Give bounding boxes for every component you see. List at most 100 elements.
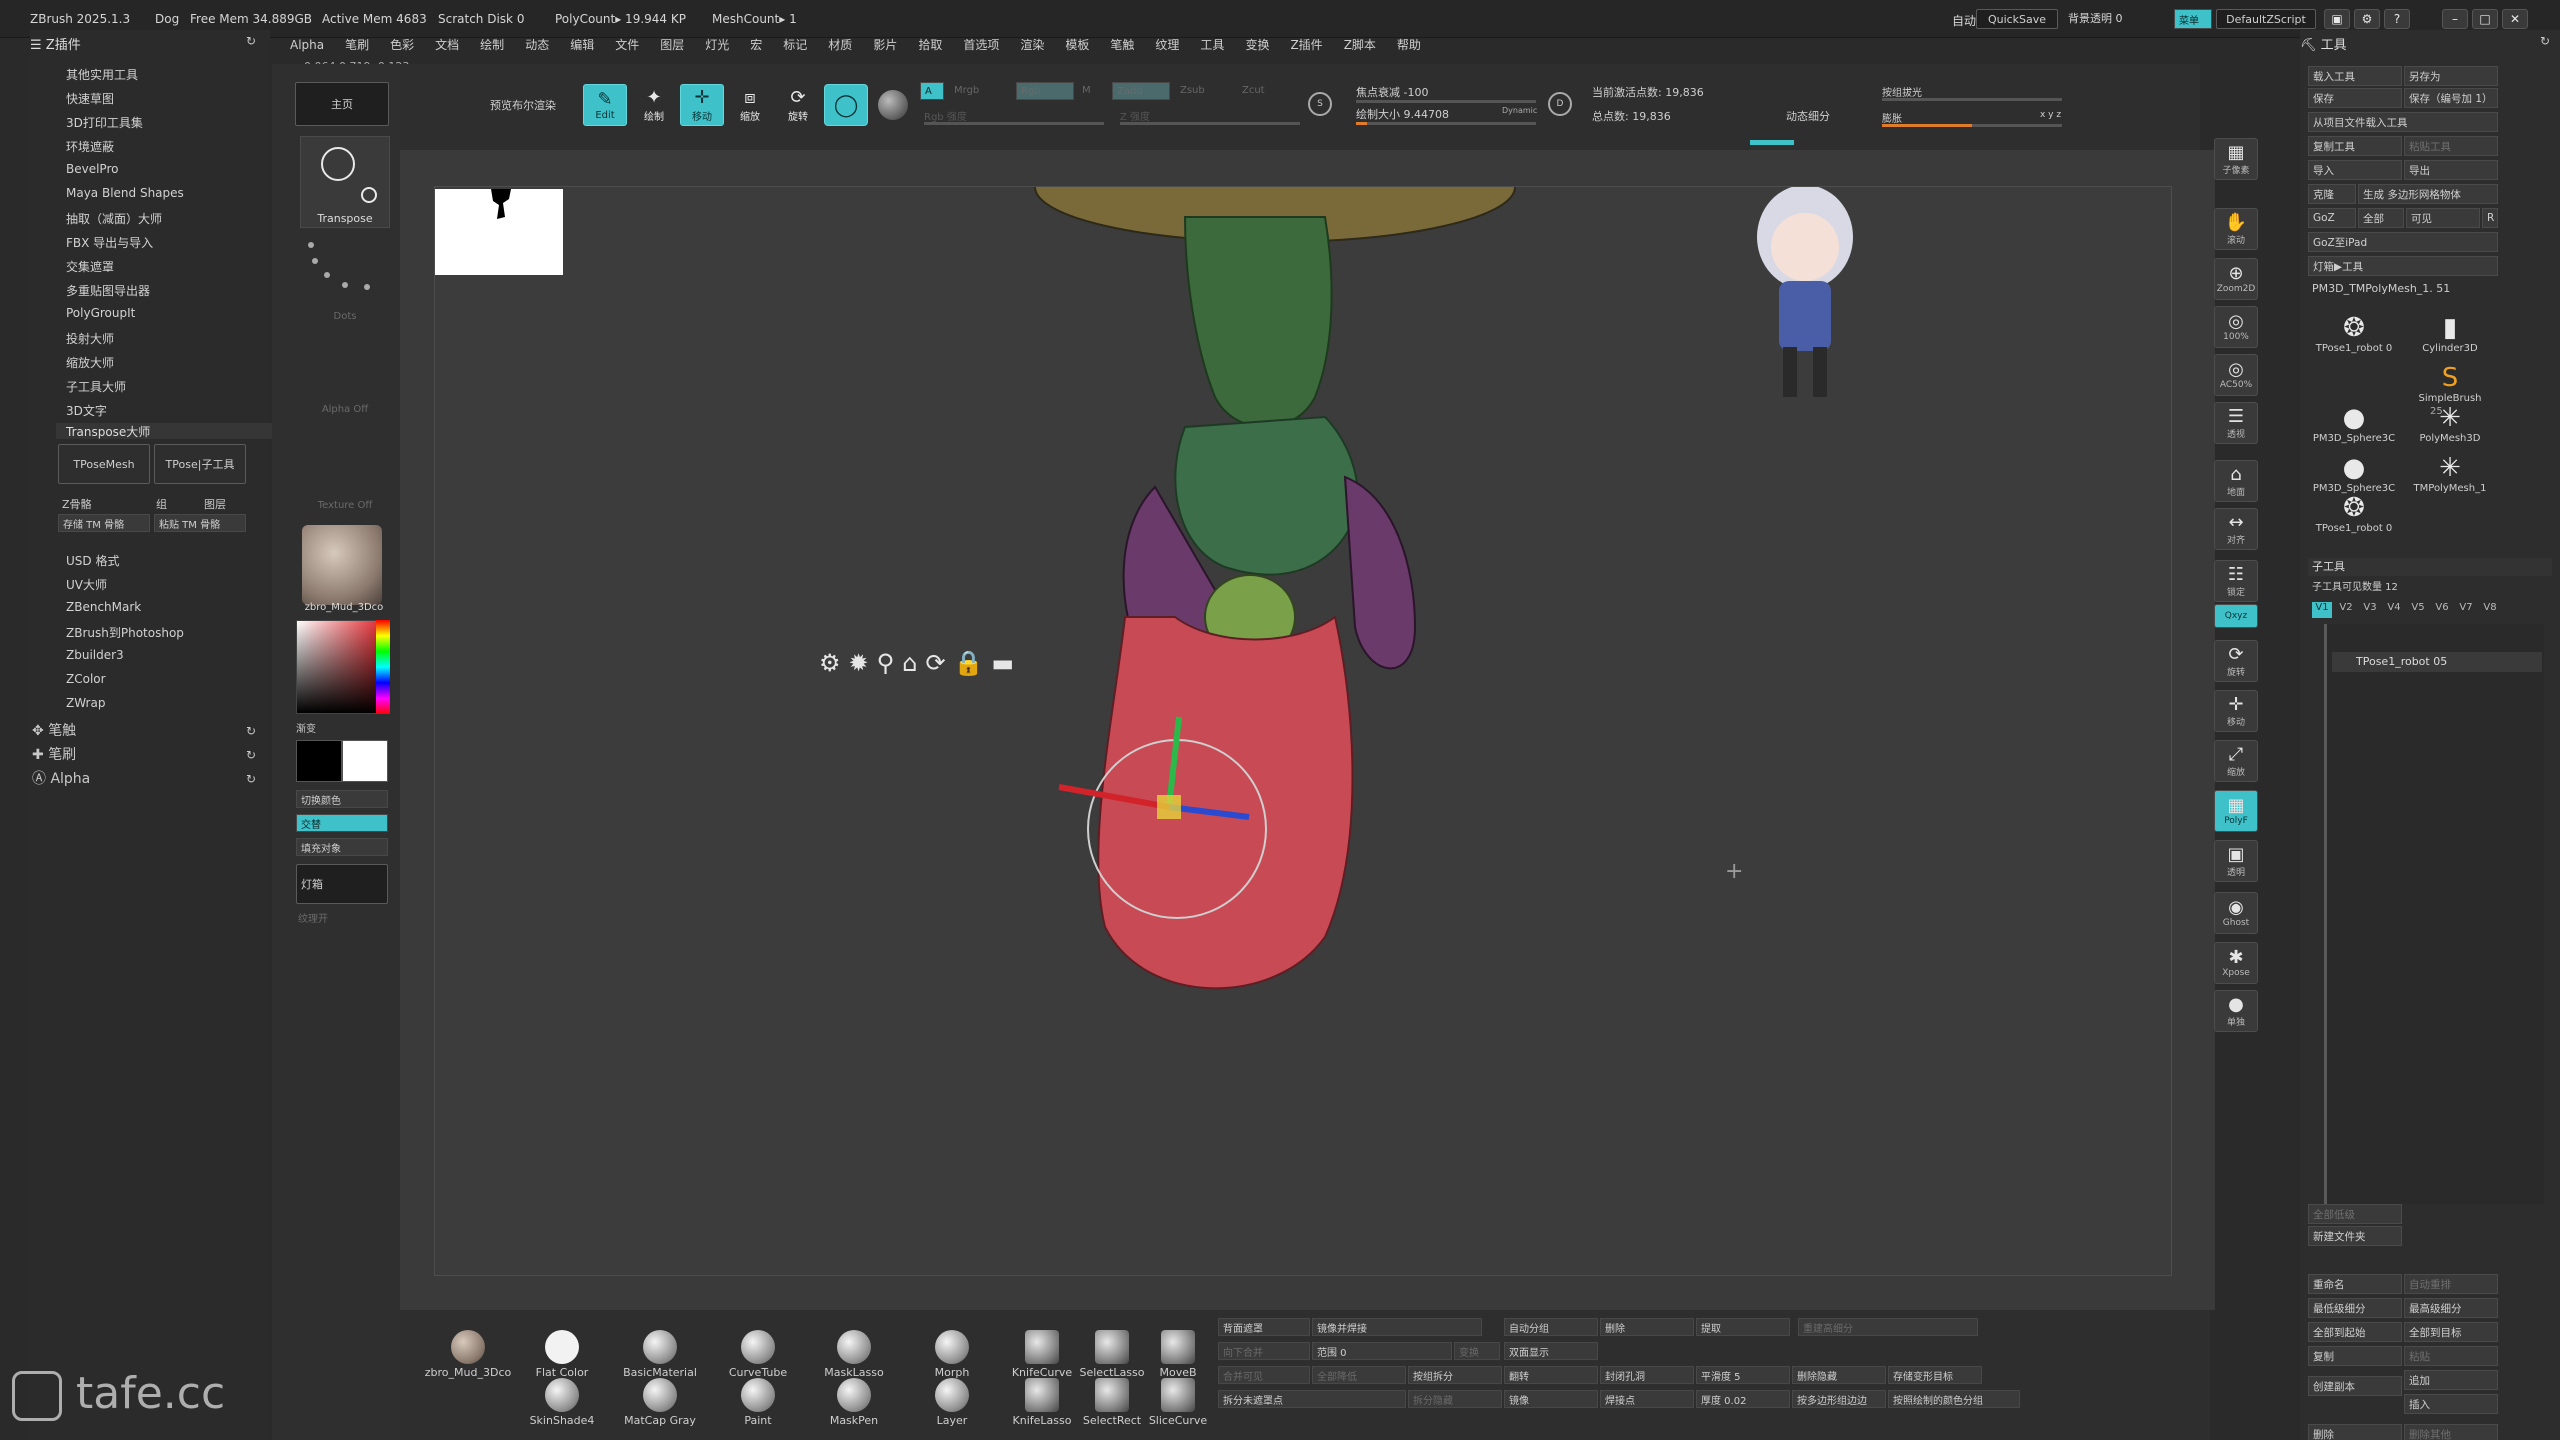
plugin-item[interactable]: 其他实用工具 — [66, 66, 138, 83]
tposemesh-button[interactable]: TPoseMesh — [58, 444, 150, 484]
transpose-tool[interactable]: Transpose — [300, 136, 390, 228]
auto-reorder-button[interactable]: 自动重排 — [2404, 1274, 2498, 1294]
gradient-label[interactable]: 渐变 — [296, 720, 316, 735]
focal-shift-label[interactable]: 焦点衰减 -100 — [1356, 84, 1428, 100]
subtool-version-tab[interactable]: V6 — [2432, 602, 2452, 618]
polygroup-border-button[interactable]: 按多边形组边边 — [1792, 1390, 1886, 1408]
menu-item[interactable]: 色彩 — [390, 36, 414, 53]
symmetry-s-icon[interactable]: S — [1308, 92, 1332, 116]
paste-tm-button[interactable]: 粘贴 TM 骨骼 — [154, 514, 246, 532]
texture-on-label[interactable]: 纹理开 — [298, 910, 328, 925]
paste-tool-button[interactable]: 粘贴工具 — [2404, 136, 2498, 156]
menu-item[interactable]: 拾取 — [918, 36, 942, 53]
refresh-icon[interactable]: ↻ — [246, 34, 256, 48]
edit-button[interactable]: ✎ Edit — [583, 84, 627, 126]
shelf-button[interactable]: ✱ Xpose — [2214, 942, 2258, 984]
draw-size-slider[interactable] — [1356, 122, 1536, 125]
restore-icon[interactable]: □ — [2472, 9, 2498, 29]
load-tool-button[interactable]: 载入工具 — [2308, 66, 2402, 86]
menu-item[interactable]: Z脚本 — [1344, 36, 1376, 53]
shelf-button[interactable]: ◎ AC50% — [2214, 354, 2258, 396]
all-to-start-button[interactable]: 全部到起始 — [2308, 1322, 2402, 1342]
rgb-intensity-slider[interactable] — [924, 122, 1104, 125]
switch-color-button[interactable]: 切换颜色 — [296, 790, 388, 808]
plugin-item[interactable]: 3D文字 — [66, 402, 107, 419]
focal-shift-slider[interactable] — [1356, 100, 1536, 103]
material-sphere[interactable] — [302, 525, 382, 605]
subtool-version-tab[interactable]: V1 — [2312, 602, 2332, 618]
subtool-version-tab[interactable]: V4 — [2384, 602, 2404, 618]
menu-item[interactable]: 文档 — [435, 36, 459, 53]
shelf-button[interactable]: ☷ 锁定 — [2214, 560, 2258, 602]
copy-button[interactable]: 复制 — [2308, 1346, 2402, 1366]
inflate-label[interactable]: 膨胀 — [1882, 110, 1902, 125]
menu-item[interactable]: 纹理 — [1155, 36, 1179, 53]
z-skeleton-label[interactable]: Z骨骼 — [62, 496, 92, 512]
append-button[interactable]: 追加 — [2404, 1370, 2498, 1390]
delete-button[interactable]: 删除 — [1600, 1318, 1694, 1336]
brush-slot[interactable]: MaskPen — [806, 1378, 902, 1427]
polypaint-group-button[interactable]: 按照绘制的颜色分组 — [1888, 1390, 2020, 1408]
transform-button[interactable]: 变换 — [1454, 1342, 1500, 1360]
mrgb-button[interactable]: Mrgb — [954, 85, 979, 96]
plugin-item[interactable]: Zbuilder3 — [66, 648, 124, 662]
refresh-icon[interactable]: ↻ — [246, 748, 256, 762]
lightbox-tools-button[interactable]: 灯箱▶工具 — [2308, 256, 2498, 276]
tool-thumbnail[interactable]: ▮ Cylinder3D — [2404, 306, 2496, 354]
tpose-subtool-button[interactable]: TPose|子工具 — [154, 444, 246, 484]
lowest-subdiv-button[interactable]: 最低级细分 — [2308, 1298, 2402, 1318]
all-to-target-button[interactable]: 全部到目标 — [2404, 1322, 2498, 1342]
secondary-color-swatch[interactable] — [296, 740, 342, 782]
shelf-button[interactable]: ▦ PolyF — [2214, 790, 2258, 832]
fill-object-button[interactable]: 填充对象 — [296, 838, 388, 856]
menu-item[interactable]: 材质 — [828, 36, 852, 53]
load-from-project-button[interactable]: 从项目文件载入工具 — [2308, 112, 2498, 132]
z-intensity-slider[interactable] — [1120, 122, 1300, 125]
merge-down-button[interactable]: 向下合并 — [1218, 1342, 1310, 1360]
rotate-button[interactable]: ⟳ 旋转 — [776, 84, 820, 126]
lightbox-button[interactable]: 灯箱 — [296, 864, 388, 904]
brush-slot[interactable]: Flat Color — [514, 1330, 610, 1379]
subtool-version-tab[interactable]: V7 — [2456, 602, 2476, 618]
save-increment-button[interactable]: 保存（编号加 1） — [2404, 88, 2498, 108]
close-icon[interactable]: ✕ — [2502, 9, 2528, 29]
3d-model[interactable] — [995, 186, 1635, 1047]
delete-others-button[interactable]: 删除其他 — [2404, 1424, 2498, 1440]
brush-slot[interactable]: BasicMaterial — [612, 1330, 708, 1379]
zadd-button[interactable]: Zadd — [1112, 82, 1170, 100]
rename-button[interactable]: 重命名 — [2308, 1274, 2402, 1294]
menu-item[interactable]: 帮助 — [1397, 36, 1421, 53]
brush-palette-header[interactable]: ✚ 笔刷 — [32, 744, 76, 764]
home-button[interactable]: 主页 — [295, 82, 389, 126]
menu-item[interactable]: 工具 — [1200, 36, 1224, 53]
brush-slot[interactable]: CurveTube — [710, 1330, 806, 1379]
shelf-button[interactable]: ✋ 滚动 — [2214, 208, 2258, 250]
brush-slot[interactable]: Layer — [904, 1378, 1000, 1427]
mirror-button[interactable]: 镜像 — [1504, 1390, 1598, 1408]
back-mask-button[interactable]: 背面遮罩 — [1218, 1318, 1310, 1336]
zcut-button[interactable]: Zcut — [1242, 85, 1265, 96]
menu-item[interactable]: 笔触 — [1110, 36, 1134, 53]
plugin-item[interactable]: ZWrap — [66, 696, 105, 710]
plugin-item[interactable]: PolyGroupIt — [66, 306, 135, 320]
preview-render-label[interactable]: 预览布尔渲染 — [490, 97, 556, 113]
shelf-button[interactable]: ⟳ 旋转 — [2214, 640, 2258, 682]
merge-visible-button[interactable]: 合并可见 — [1218, 1366, 1310, 1384]
subtool-version-tab[interactable]: V2 — [2336, 602, 2356, 618]
plugin-item[interactable]: 快速草图 — [66, 90, 114, 107]
goz-visible-button[interactable]: 可见 — [2406, 208, 2480, 228]
brush-slot[interactable]: Morph — [904, 1330, 1000, 1379]
zsub-button[interactable]: Zsub — [1180, 85, 1205, 96]
symmetry-toggle[interactable]: ◯ — [824, 84, 868, 126]
save-button[interactable]: 保存 — [2308, 88, 2402, 108]
menu-item[interactable]: 变换 — [1245, 36, 1269, 53]
transparency-label[interactable]: 背景透明 0 — [2068, 10, 2123, 26]
shelf-button[interactable]: ◉ Ghost — [2214, 892, 2258, 934]
store-tm-button[interactable]: 存储 TM 骨骼 — [58, 514, 150, 532]
group-label[interactable]: 组 — [156, 496, 167, 512]
alpha-palette-header[interactable]: Ⓐ Alpha — [32, 768, 90, 788]
rgb-intensity-label[interactable]: Rgb 强度 — [924, 108, 967, 123]
delete-hidden-button[interactable]: 删除隐藏 — [1792, 1366, 1886, 1384]
import-button[interactable]: 导入 — [2308, 160, 2402, 180]
dots-stroke[interactable]: Dots — [300, 236, 390, 322]
